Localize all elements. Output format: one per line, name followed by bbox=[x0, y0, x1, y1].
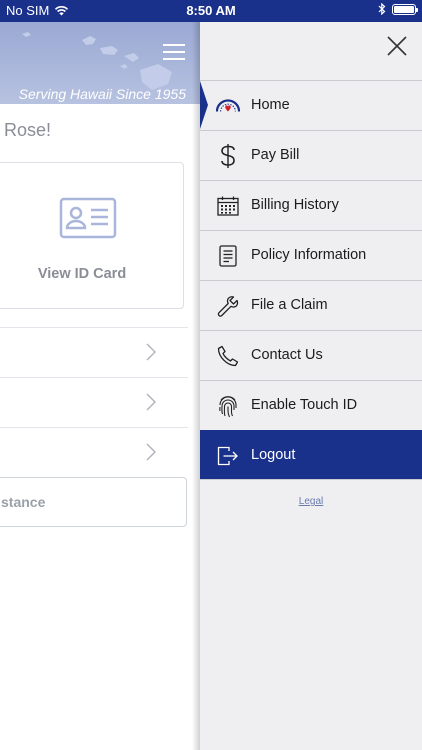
id-card-icon bbox=[59, 197, 117, 239]
menu-item-label: Enable Touch ID bbox=[251, 397, 358, 413]
phone-icon bbox=[216, 344, 240, 368]
menu-item-label: Pay Bill bbox=[251, 147, 300, 163]
menu-item-label: Logout bbox=[251, 447, 296, 463]
list-item[interactable] bbox=[0, 377, 188, 427]
menu-item-label: Contact Us bbox=[251, 347, 323, 363]
navigation-drawer: Home Pay Bill Billing History Policy Inf… bbox=[200, 22, 422, 750]
assistance-label: stance bbox=[1, 494, 46, 510]
menu-item-policy-information[interactable]: Policy Information bbox=[200, 230, 422, 280]
clock: 8:50 AM bbox=[186, 3, 236, 18]
greeting: Rose! bbox=[4, 120, 52, 140]
logout-icon bbox=[216, 444, 240, 468]
battery-icon bbox=[392, 3, 418, 15]
drawer-menu: Home Pay Bill Billing History Policy Inf… bbox=[200, 80, 422, 480]
menu-item-pay-bill[interactable]: Pay Bill bbox=[200, 130, 422, 180]
view-id-card-tile[interactable]: View ID Card bbox=[0, 162, 184, 309]
main-page-background: Serving Hawaii Since 1955 Rose! View ID … bbox=[0, 22, 200, 750]
document-icon bbox=[216, 244, 240, 268]
drawer-shadow bbox=[192, 22, 200, 750]
list-item[interactable] bbox=[0, 427, 188, 477]
menu-item-logout[interactable]: Logout bbox=[200, 430, 422, 480]
calendar-icon bbox=[216, 194, 240, 218]
list-item[interactable] bbox=[0, 327, 188, 377]
status-bar: No SIM 8:50 AM bbox=[0, 0, 422, 22]
chevron-right-icon bbox=[146, 443, 156, 461]
tagline: Serving Hawaii Since 1955 bbox=[18, 86, 186, 102]
dollar-icon bbox=[216, 144, 240, 168]
status-right bbox=[378, 3, 418, 15]
menu-item-label: Policy Information bbox=[251, 247, 367, 263]
menu-item-contact-us[interactable]: Contact Us bbox=[200, 330, 422, 380]
chevron-right-icon bbox=[146, 343, 156, 361]
hamburger-menu-icon[interactable] bbox=[163, 43, 185, 61]
menu-item-enable-touch-id[interactable]: Enable Touch ID bbox=[200, 380, 422, 430]
chevron-right-icon bbox=[146, 393, 156, 411]
menu-item-label: Billing History bbox=[251, 197, 339, 213]
active-indicator bbox=[200, 81, 208, 129]
menu-item-billing-history[interactable]: Billing History bbox=[200, 180, 422, 230]
close-icon[interactable] bbox=[386, 35, 408, 57]
header-banner: Serving Hawaii Since 1955 bbox=[0, 22, 200, 104]
assistance-button[interactable]: stance bbox=[0, 477, 187, 527]
wrench-icon bbox=[216, 294, 240, 318]
menu-item-label: Home bbox=[251, 97, 290, 113]
hawaii-logo-icon bbox=[216, 94, 240, 118]
menu-item-file-a-claim[interactable]: File a Claim bbox=[200, 280, 422, 330]
bluetooth-icon bbox=[378, 3, 386, 15]
legal-link[interactable]: Legal bbox=[200, 496, 422, 507]
view-id-card-label: View ID Card bbox=[37, 266, 127, 282]
menu-item-label: File a Claim bbox=[251, 297, 328, 313]
fingerprint-icon bbox=[216, 394, 240, 418]
menu-item-home[interactable]: Home bbox=[200, 80, 422, 130]
